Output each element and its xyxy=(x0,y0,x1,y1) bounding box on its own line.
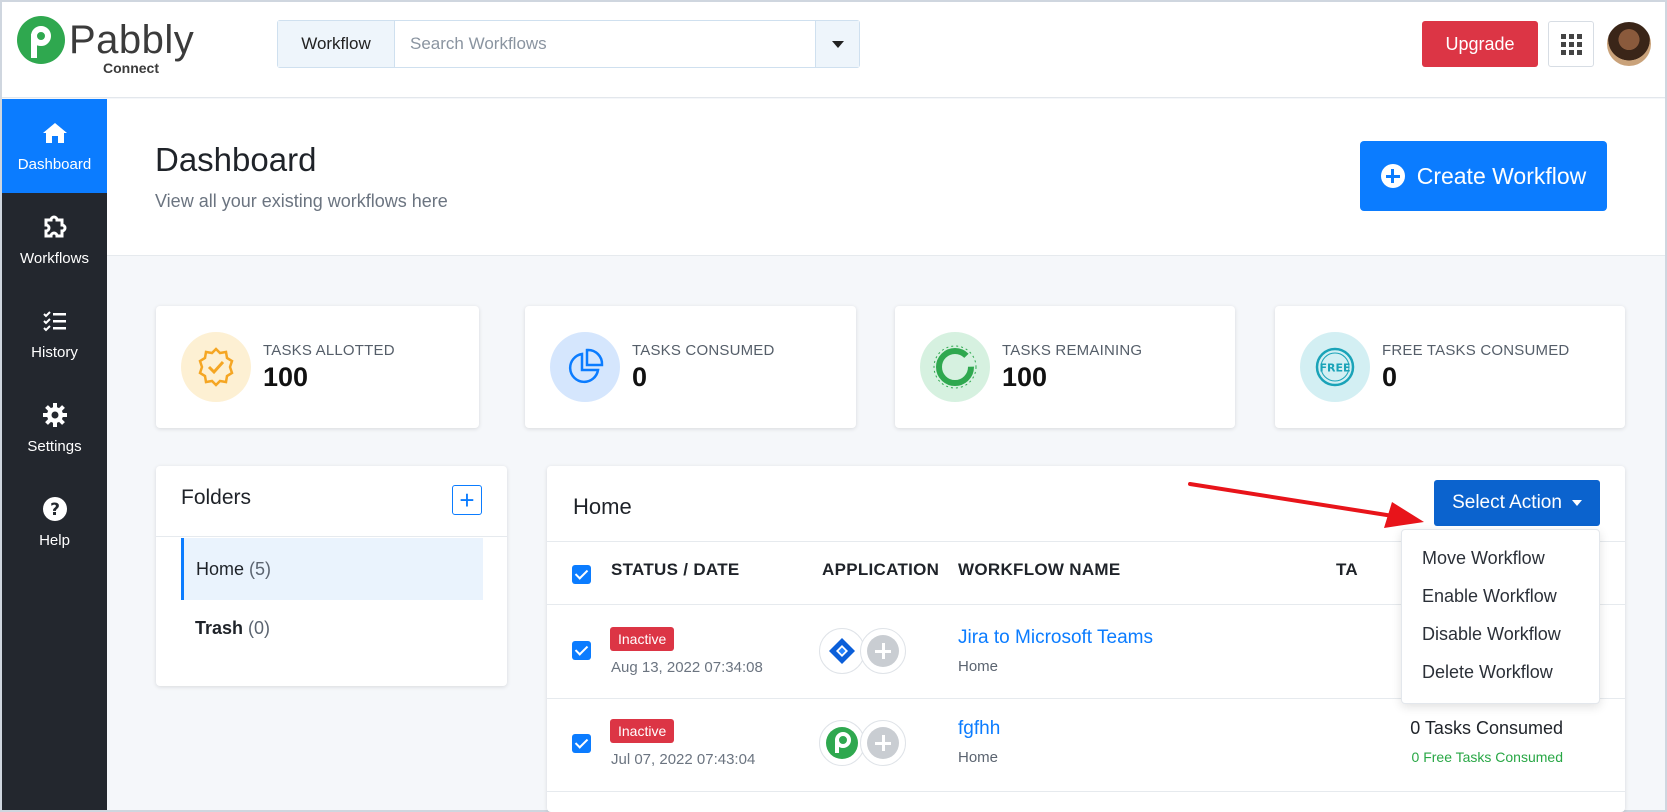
folder-count: (0) xyxy=(248,617,271,638)
menu-item-delete-workflow[interactable]: Delete Workflow xyxy=(1422,662,1553,683)
apps-menu-button[interactable] xyxy=(1548,21,1594,67)
divider xyxy=(156,536,507,537)
stat-label: TASKS ALLOTTED xyxy=(263,342,395,359)
home-icon xyxy=(42,120,68,146)
pabbly-logo-icon xyxy=(17,16,65,64)
pie-chart-icon xyxy=(550,332,620,402)
brand-sub: Connect xyxy=(103,60,159,76)
plus-icon: + xyxy=(459,485,475,515)
sidebar-item-history[interactable]: History xyxy=(2,287,107,381)
sidebar-item-help[interactable]: ? Help xyxy=(2,475,107,569)
menu-item-move-workflow[interactable]: Move Workflow xyxy=(1422,548,1545,569)
page-title: Dashboard xyxy=(155,141,317,178)
folder-count: (5) xyxy=(249,558,272,579)
workflows-folder-title: Home xyxy=(573,494,632,519)
workflow-folder: Home xyxy=(958,658,999,675)
pabbly-icon xyxy=(819,720,865,766)
plus-circle-icon xyxy=(1380,164,1405,188)
stat-label: TASKS CONSUMED xyxy=(632,342,775,359)
stat-card-tasks-remaining: TASKS REMAINING 100 xyxy=(895,306,1235,428)
brand-name: Pabbly xyxy=(69,18,195,62)
status-badge: Inactive xyxy=(610,627,675,651)
list-check-icon xyxy=(42,308,68,334)
menu-item-disable-workflow[interactable]: Disable Workflow xyxy=(1422,624,1561,645)
column-header-application: APPLICATION xyxy=(822,560,940,579)
add-app-icon xyxy=(860,720,906,766)
sidebar-item-settings[interactable]: Settings xyxy=(2,381,107,475)
stat-value: 100 xyxy=(1002,362,1048,392)
select-all-checkbox[interactable] xyxy=(572,565,591,584)
folder-name: Home xyxy=(196,558,245,579)
sidebar-item-label: Dashboard xyxy=(17,155,92,173)
search-scope-label[interactable]: Workflow xyxy=(278,21,395,67)
sidebar-item-label: Settings xyxy=(27,437,82,455)
free-tasks-consumed: 0 Free Tasks Consumed xyxy=(1411,749,1563,765)
upgrade-button[interactable]: Upgrade xyxy=(1422,21,1538,67)
stat-card-tasks-allotted: TASKS ALLOTTED 100 xyxy=(156,306,479,428)
sidebar-item-label: History xyxy=(31,343,78,361)
stat-label: FREE TASKS CONSUMED xyxy=(1382,342,1570,359)
workflow-name-link[interactable]: fgfhh xyxy=(958,718,1000,740)
folder-item-home[interactable]: Home (5) xyxy=(181,538,483,600)
folder-name: Trash xyxy=(195,617,244,638)
puzzle-icon xyxy=(42,214,68,240)
add-app-icon xyxy=(860,628,906,674)
page-subtitle: View all your existing workflows here xyxy=(155,191,448,211)
svg-text:FREE: FREE xyxy=(1319,362,1350,375)
ring-icon xyxy=(920,332,990,402)
select-action-button[interactable]: Select Action xyxy=(1434,480,1600,526)
stat-card-tasks-consumed: TASKS CONSUMED 0 xyxy=(525,306,856,428)
svg-text:?: ? xyxy=(50,500,60,520)
folders-panel: Folders + Home (5) Trash (0) xyxy=(156,466,507,686)
create-workflow-button[interactable]: Create Workflow xyxy=(1360,141,1607,211)
workflow-date: Jul 07, 2022 07:43:04 xyxy=(611,751,756,768)
page-header: Dashboard View all your existing workflo… xyxy=(107,99,1665,256)
red-arrow-annotation xyxy=(1188,482,1424,528)
stat-value: 0 xyxy=(632,362,648,392)
sidebar-item-workflows[interactable]: Workflows xyxy=(2,193,107,287)
folders-title: Folders xyxy=(181,486,252,509)
workflow-date: Aug 13, 2022 07:34:08 xyxy=(611,659,763,676)
pabbly-logo[interactable]: Pabbly Connect xyxy=(17,16,197,76)
stat-label: TASKS REMAINING xyxy=(1002,342,1143,359)
free-icon: FREE xyxy=(1300,332,1370,402)
create-workflow-label: Create Workflow xyxy=(1416,162,1587,189)
divider xyxy=(547,791,1625,792)
column-header-tasks: TA xyxy=(1336,560,1358,579)
workflow-search: Workflow xyxy=(277,20,860,68)
stat-card-free-tasks-consumed: FREE FREE TASKS CONSUMED 0 xyxy=(1275,306,1625,428)
status-badge: Inactive xyxy=(610,719,675,743)
sidebar-item-label: Help xyxy=(39,531,70,549)
top-bar: Pabbly Connect Workflow Upgrade xyxy=(2,2,1665,98)
caret-down-icon xyxy=(1571,500,1582,506)
search-input[interactable] xyxy=(395,21,815,67)
sidebar-item-label: Workflows xyxy=(20,249,89,267)
menu-item-enable-workflow[interactable]: Enable Workflow xyxy=(1422,586,1557,607)
row-checkbox[interactable] xyxy=(572,641,591,660)
row-checkbox[interactable] xyxy=(572,734,591,753)
workflow-name-link[interactable]: Jira to Microsoft Teams xyxy=(958,627,1153,649)
badge-check-icon xyxy=(181,332,251,402)
sidebar-item-dashboard[interactable]: Dashboard xyxy=(2,99,107,193)
gear-icon xyxy=(42,402,68,428)
workflow-folder: Home xyxy=(958,749,999,766)
chevron-down-icon xyxy=(831,40,844,48)
column-header-workflow-name: WORKFLOW NAME xyxy=(958,560,1121,579)
stat-value: 100 xyxy=(263,362,309,392)
sidebar: Dashboard Workflows History Settings ? H… xyxy=(2,99,107,810)
grid-icon xyxy=(1560,33,1582,55)
column-header-status: STATUS / DATE xyxy=(611,560,740,579)
jira-icon xyxy=(819,628,865,674)
question-icon: ? xyxy=(42,496,68,522)
search-dropdown-button[interactable] xyxy=(815,21,859,67)
add-folder-button[interactable]: + xyxy=(452,485,482,515)
select-action-menu: Move Workflow Enable Workflow Disable Wo… xyxy=(1401,529,1600,704)
select-action-label: Select Action xyxy=(1452,492,1562,513)
avatar[interactable] xyxy=(1607,22,1651,66)
folder-item-trash[interactable]: Trash (0) xyxy=(181,597,483,659)
stat-value: 0 xyxy=(1382,362,1398,392)
tasks-consumed: 0 Tasks Consumed xyxy=(1410,718,1563,738)
